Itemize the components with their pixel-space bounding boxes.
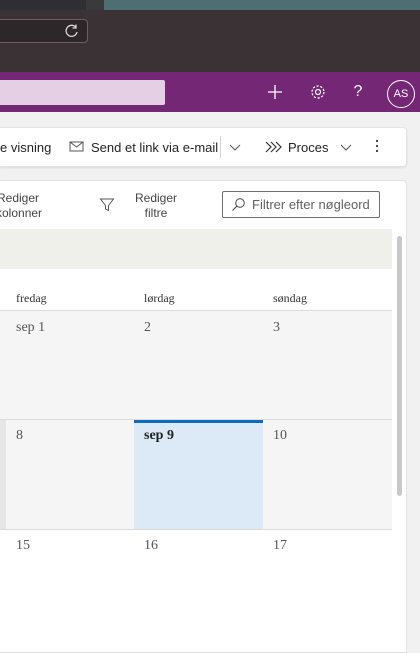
app-window: ? AS e visning Send et link via e-mail P… [0, 0, 420, 653]
send-link-button[interactable]: Send et link via e-mail [69, 128, 218, 166]
help-icon[interactable]: ? [347, 81, 369, 103]
app-header: ? [0, 72, 420, 112]
day-cell-17[interactable]: 17 [273, 538, 287, 554]
dayname-saturday: lørdag [144, 291, 175, 305]
keyword-filter-input[interactable] [252, 197, 382, 212]
command-bar: e visning Send et link via e-mail Proces [0, 127, 407, 167]
edit-filters-label-line1: Rediger [134, 191, 178, 205]
view-button-label: e visning [0, 139, 52, 155]
dayname-friday: fredag [16, 291, 47, 305]
chevron-down-icon [229, 140, 241, 155]
send-link-label: Send et link via e-mail [91, 139, 219, 155]
dayname-sunday: søndag [273, 291, 307, 305]
day-cell-16[interactable]: 16 [144, 538, 158, 554]
day-cell-10[interactable]: 10 [273, 428, 287, 444]
filter-icon[interactable] [99, 197, 115, 218]
gear-icon[interactable] [307, 81, 329, 103]
more-send-options-button[interactable] [229, 128, 241, 166]
day-cell-3[interactable]: 3 [273, 320, 280, 336]
day-cell-15[interactable]: 15 [16, 538, 30, 554]
edit-columns-label-line1: Rediger [0, 191, 40, 205]
browser-tabstrip [0, 0, 420, 10]
search-icon [231, 197, 246, 212]
calendar-panel: Rediger kolonner Rediger filtre fredag l… [0, 180, 407, 653]
reload-icon[interactable] [63, 22, 81, 40]
calendar-header-band [0, 229, 392, 269]
avatar[interactable]: AS [387, 80, 415, 108]
process-label: Proces [288, 139, 329, 155]
address-bar[interactable] [0, 19, 88, 43]
chevron-down-icon [340, 142, 352, 152]
process-button[interactable]: Proces [264, 128, 352, 166]
view-button[interactable]: e visning [0, 128, 51, 166]
process-icon [264, 141, 282, 153]
day-cell-8[interactable]: 8 [16, 428, 23, 444]
keyword-filter-field[interactable] [222, 191, 382, 218]
browser-tab-strip-accent [104, 0, 420, 10]
global-search-input[interactable] [0, 80, 165, 105]
week-row-1 [0, 311, 392, 419]
day-cell-sep-9[interactable]: sep 9 [144, 428, 174, 444]
edit-columns-button[interactable]: Rediger kolonner [0, 191, 43, 221]
edit-columns-label-line2: kolonner [0, 206, 43, 220]
browser-toolbar [0, 10, 420, 72]
mail-link-icon [69, 140, 85, 154]
more-vertical-icon [375, 139, 379, 156]
day-cell-sep-1[interactable]: sep 1 [16, 320, 45, 336]
more-commands-button[interactable] [370, 128, 384, 166]
divider [220, 136, 221, 158]
day-cell-2[interactable]: 2 [144, 320, 151, 336]
previous-day-edge [0, 420, 6, 529]
plus-icon[interactable] [264, 81, 286, 103]
vertical-scrollbar[interactable] [397, 236, 402, 496]
edit-filters-button[interactable]: Rediger filtre [132, 191, 180, 221]
week-row-3 [0, 530, 392, 652]
browser-tab[interactable] [0, 0, 86, 10]
edit-filters-label-line2: filtre [144, 206, 168, 220]
